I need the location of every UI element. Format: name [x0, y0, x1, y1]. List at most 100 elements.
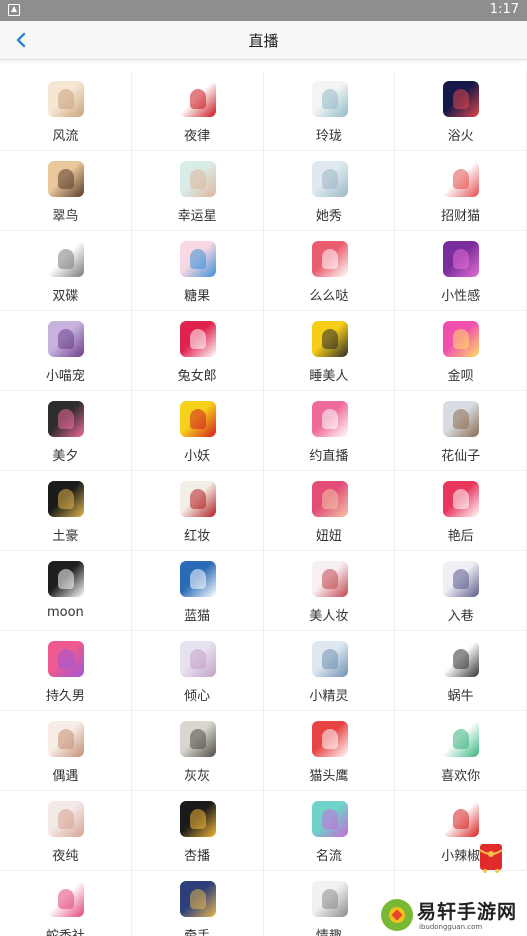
app-tile[interactable]: 风流: [0, 71, 132, 151]
yue-logo-icon: [311, 401, 348, 437]
app-tile[interactable]: 兔女郎: [131, 311, 264, 391]
bunny-icon: [179, 321, 216, 357]
app-label: 小性感: [441, 289, 481, 304]
app-tile[interactable]: 蜗牛: [395, 631, 527, 711]
rose-icon: [179, 481, 216, 517]
app-tile[interactable]: 入巷: [395, 551, 527, 631]
chili-icon: [443, 801, 480, 837]
girl-photo-icon: [311, 641, 348, 677]
app-tile[interactable]: 情趣: [264, 871, 396, 936]
silhouette-icon: [443, 241, 480, 277]
app-tile[interactable]: 偶遇: [0, 711, 132, 791]
app-tile[interactable]: 猫头鹰: [263, 711, 396, 791]
app-tile[interactable]: 浴火: [395, 71, 527, 151]
app-label: 蜗牛: [447, 689, 474, 704]
app-tile[interactable]: 小妖: [131, 391, 264, 471]
app-tile[interactable]: 夜纯: [0, 791, 132, 871]
app-label: 约直播: [309, 449, 349, 464]
app-tile[interactable]: 杏播: [131, 791, 264, 871]
watermark-url: ibudongguan.com: [419, 923, 483, 931]
gradient-logo-icon: [311, 801, 348, 837]
app-tile[interactable]: 么么哒: [263, 231, 396, 311]
app-label: 美夕: [52, 449, 79, 464]
app-label: 夜律: [184, 129, 211, 144]
app-label: moon: [46, 605, 84, 620]
lucky-cat-icon: [443, 161, 480, 197]
app-tile[interactable]: 美人妆: [263, 551, 396, 631]
app-tile[interactable]: 持久男: [0, 631, 132, 711]
app-tile[interactable]: 小性感: [395, 231, 527, 311]
app-label: 小妖: [184, 449, 211, 464]
moon-icon: [48, 561, 84, 597]
app-label: 玲珑: [315, 129, 342, 144]
girl-photo-icon: [311, 881, 348, 917]
app-tile[interactable]: 她秀: [263, 151, 396, 231]
app-label: 猫头鹰: [309, 769, 349, 784]
app-label: 灰灰: [184, 769, 211, 784]
app-label: 小辣椒: [441, 849, 481, 864]
red-envelope-icon[interactable]: [476, 838, 506, 874]
app-tile[interactable]: 金呗: [395, 311, 527, 391]
app-label: 名流: [315, 849, 342, 864]
app-tile[interactable]: 美夕: [0, 391, 132, 471]
app-tile[interactable]: 睡美人: [263, 311, 396, 391]
app-tile[interactable]: 双碟: [0, 231, 132, 311]
red-calligraphy-icon: [179, 81, 216, 117]
app-label: 睡美人: [309, 369, 349, 384]
flower-icon: [311, 241, 348, 277]
app-tile[interactable]: 小喵宠: [0, 311, 132, 391]
app-label: 持久男: [45, 689, 85, 704]
dancer-icon: [311, 81, 348, 117]
app-tile[interactable]: 名流: [263, 791, 396, 871]
app-tile[interactable]: 夜律: [131, 71, 264, 151]
app-tile[interactable]: 倾心: [131, 631, 264, 711]
app-tile[interactable]: 牵手: [132, 871, 264, 936]
anime-girl-icon: [48, 321, 84, 357]
owl-icon: [311, 721, 348, 757]
app-tile[interactable]: 妞妞: [263, 471, 396, 551]
app-label: 艳后: [447, 529, 474, 544]
app-tile[interactable]: 红妆: [131, 471, 264, 551]
watermark-name: 易轩手游网: [417, 901, 518, 923]
app-label: 她秀: [315, 209, 342, 224]
app-tile[interactable]: 翠鸟: [0, 151, 132, 231]
app-tile[interactable]: 艳后: [395, 471, 527, 551]
app-tile[interactable]: 花仙子: [395, 391, 527, 471]
cartoon-face-icon: [179, 401, 216, 437]
app-tile[interactable]: 蓝猫: [131, 551, 264, 631]
app-tile[interactable]: 糖果: [131, 231, 264, 311]
pink-circle-icon: [48, 881, 84, 917]
apple-icon: [48, 241, 84, 277]
app-label: 红妆: [184, 529, 211, 544]
blue-cat-icon: [179, 561, 216, 597]
app-label: 喜欢你: [441, 769, 481, 784]
lightning-icon: [443, 481, 480, 517]
anime-girl-icon: [48, 81, 84, 117]
app-tile[interactable]: 招财猫: [395, 151, 527, 231]
app-tile[interactable]: 土豪: [0, 471, 132, 551]
app-tile[interactable]: 小精灵: [263, 631, 396, 711]
cup-icon: [443, 321, 480, 357]
girl-photo-icon: [179, 161, 216, 197]
girl-photo-icon: [48, 161, 84, 197]
status-time: 1:17: [489, 2, 519, 17]
nav-bar: 直播: [0, 21, 527, 60]
app-tile[interactable]: moon: [0, 551, 132, 631]
app-tile[interactable]: 蛇香社: [0, 871, 132, 936]
makeup-icon: [311, 561, 348, 597]
page-title: 直播: [248, 32, 279, 50]
app-tile[interactable]: 约直播: [263, 391, 396, 471]
anime-girl-icon: [311, 481, 348, 517]
app-label: 杏播: [184, 849, 211, 864]
app-label: 倾心: [184, 689, 211, 704]
heart-icon: [48, 641, 84, 677]
doll-icon: [443, 401, 480, 437]
app-label: 妞妞: [315, 529, 342, 544]
app-tile[interactable]: 灰灰: [131, 711, 264, 791]
app-tile[interactable]: 小辣椒: [395, 791, 527, 871]
app-tile[interactable]: 喜欢你: [395, 711, 527, 791]
status-bar: 1:17: [0, 0, 527, 21]
app-tile[interactable]: 玲珑: [263, 71, 396, 151]
app-tile[interactable]: 幸运星: [131, 151, 264, 231]
couple-icon: [179, 881, 216, 917]
